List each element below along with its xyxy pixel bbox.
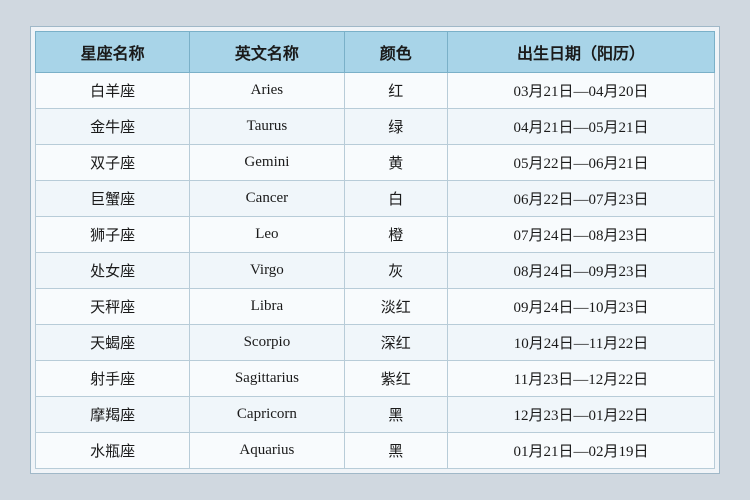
cell-date: 06月22日—07月23日 bbox=[447, 181, 714, 217]
cell-date: 04月21日—05月21日 bbox=[447, 109, 714, 145]
table-row: 巨蟹座Cancer白06月22日—07月23日 bbox=[36, 181, 715, 217]
table-row: 狮子座Leo橙07月24日—08月23日 bbox=[36, 217, 715, 253]
cell-chinese-name: 天秤座 bbox=[36, 289, 190, 325]
cell-chinese-name: 白羊座 bbox=[36, 73, 190, 109]
cell-english-name: Leo bbox=[190, 217, 344, 253]
header-color: 颜色 bbox=[344, 32, 447, 73]
cell-date: 03月21日—04月20日 bbox=[447, 73, 714, 109]
cell-chinese-name: 射手座 bbox=[36, 361, 190, 397]
cell-color: 黑 bbox=[344, 397, 447, 433]
cell-english-name: Virgo bbox=[190, 253, 344, 289]
cell-color: 红 bbox=[344, 73, 447, 109]
cell-english-name: Aquarius bbox=[190, 433, 344, 469]
cell-english-name: Gemini bbox=[190, 145, 344, 181]
cell-color: 黑 bbox=[344, 433, 447, 469]
cell-english-name: Libra bbox=[190, 289, 344, 325]
cell-color: 灰 bbox=[344, 253, 447, 289]
cell-color: 深红 bbox=[344, 325, 447, 361]
cell-color: 白 bbox=[344, 181, 447, 217]
table-row: 天秤座Libra淡红09月24日—10月23日 bbox=[36, 289, 715, 325]
zodiac-table-container: 星座名称 英文名称 颜色 出生日期（阳历） 白羊座Aries红03月21日—04… bbox=[30, 26, 720, 474]
cell-date: 05月22日—06月21日 bbox=[447, 145, 714, 181]
table-row: 白羊座Aries红03月21日—04月20日 bbox=[36, 73, 715, 109]
cell-chinese-name: 处女座 bbox=[36, 253, 190, 289]
cell-date: 08月24日—09月23日 bbox=[447, 253, 714, 289]
cell-chinese-name: 双子座 bbox=[36, 145, 190, 181]
table-row: 双子座Gemini黄05月22日—06月21日 bbox=[36, 145, 715, 181]
header-english-name: 英文名称 bbox=[190, 32, 344, 73]
header-date: 出生日期（阳历） bbox=[447, 32, 714, 73]
table-row: 金牛座Taurus绿04月21日—05月21日 bbox=[36, 109, 715, 145]
cell-chinese-name: 狮子座 bbox=[36, 217, 190, 253]
table-row: 天蝎座Scorpio深红10月24日—11月22日 bbox=[36, 325, 715, 361]
cell-english-name: Sagittarius bbox=[190, 361, 344, 397]
cell-english-name: Cancer bbox=[190, 181, 344, 217]
header-chinese-name: 星座名称 bbox=[36, 32, 190, 73]
cell-color: 紫红 bbox=[344, 361, 447, 397]
cell-color: 黄 bbox=[344, 145, 447, 181]
cell-color: 橙 bbox=[344, 217, 447, 253]
cell-english-name: Aries bbox=[190, 73, 344, 109]
table-row: 水瓶座Aquarius黑01月21日—02月19日 bbox=[36, 433, 715, 469]
cell-chinese-name: 金牛座 bbox=[36, 109, 190, 145]
cell-english-name: Taurus bbox=[190, 109, 344, 145]
cell-color: 绿 bbox=[344, 109, 447, 145]
cell-english-name: Scorpio bbox=[190, 325, 344, 361]
cell-color: 淡红 bbox=[344, 289, 447, 325]
cell-english-name: Capricorn bbox=[190, 397, 344, 433]
table-row: 射手座Sagittarius紫红11月23日—12月22日 bbox=[36, 361, 715, 397]
table-row: 处女座Virgo灰08月24日—09月23日 bbox=[36, 253, 715, 289]
cell-chinese-name: 摩羯座 bbox=[36, 397, 190, 433]
zodiac-table: 星座名称 英文名称 颜色 出生日期（阳历） 白羊座Aries红03月21日—04… bbox=[35, 31, 715, 469]
cell-chinese-name: 水瓶座 bbox=[36, 433, 190, 469]
cell-date: 07月24日—08月23日 bbox=[447, 217, 714, 253]
cell-chinese-name: 巨蟹座 bbox=[36, 181, 190, 217]
cell-date: 09月24日—10月23日 bbox=[447, 289, 714, 325]
table-header-row: 星座名称 英文名称 颜色 出生日期（阳历） bbox=[36, 32, 715, 73]
cell-date: 01月21日—02月19日 bbox=[447, 433, 714, 469]
cell-date: 11月23日—12月22日 bbox=[447, 361, 714, 397]
table-row: 摩羯座Capricorn黑12月23日—01月22日 bbox=[36, 397, 715, 433]
table-body: 白羊座Aries红03月21日—04月20日金牛座Taurus绿04月21日—0… bbox=[36, 73, 715, 469]
cell-date: 10月24日—11月22日 bbox=[447, 325, 714, 361]
cell-chinese-name: 天蝎座 bbox=[36, 325, 190, 361]
cell-date: 12月23日—01月22日 bbox=[447, 397, 714, 433]
